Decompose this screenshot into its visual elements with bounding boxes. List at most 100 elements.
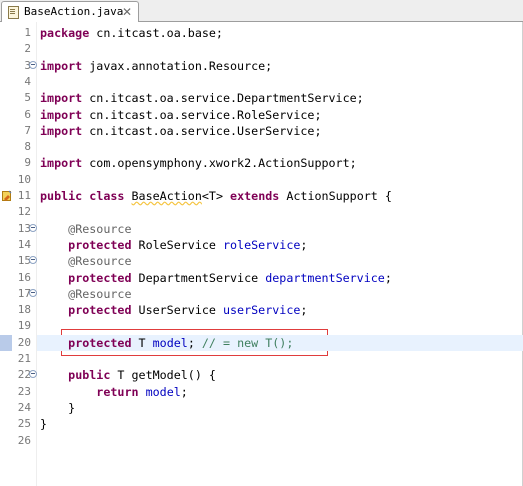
code-line[interactable]: 3 import javax.annotation.Resource; [0,58,523,74]
code-line[interactable]: 13 @Resource [0,221,523,237]
code-line[interactable]: 9 import com.opensymphony.xwork2.ActionSu… [0,155,523,171]
code-line[interactable]: 22 public T getModel() { [0,367,523,383]
code-line[interactable]: 21 [0,351,523,367]
code-line[interactable]: 7 import cn.itcast.oa.service.UserService… [0,123,523,139]
code-text: import cn.itcast.oa.service.DepartmentSe… [40,91,364,105]
token: } [40,400,76,415]
token-kw: import [40,91,83,106]
close-icon[interactable]: ✕ [120,5,134,19]
token: UserService [131,303,223,318]
fold-toggle-icon[interactable] [29,288,37,297]
token-kw: return [96,384,139,399]
code-line[interactable]: 25} [0,416,523,432]
code-text: import com.opensymphony.xwork2.ActionSup… [40,156,357,170]
token: cn.itcast.oa.service.UserService; [82,123,322,138]
code-line[interactable]: 19 [0,318,523,334]
code-text: package cn.itcast.oa.base; [40,26,223,40]
token-kw: protected [68,303,132,318]
line-number: 1 [24,26,31,39]
code-text: @Resource [40,254,131,268]
token: <T> [201,189,231,203]
token-kw: import [40,58,83,73]
token-cmt: // = new T(); [201,335,294,350]
fold-toggle-icon[interactable] [29,60,37,69]
code-line[interactable]: 11 public class BaseAction<T> extends Act… [0,188,523,204]
code-line[interactable]: 15 @Resource [0,253,523,269]
token: com.opensymphony.xwork2.ActionSupport; [82,156,357,171]
code-line[interactable]: 26 [0,433,523,449]
token: T getModel() { [110,368,216,383]
code-editor[interactable]: 1 package cn.itcast.oa.base; 2 3 import java… [0,22,523,486]
code-line[interactable]: 12 [0,204,523,220]
current-line-marker [0,334,12,351]
token-kw: protected [68,270,132,285]
token-typeref: BaseAction [131,189,202,203]
code-text: @Resource [40,287,131,301]
token-kw: import [40,156,83,171]
code-text: import cn.itcast.oa.service.RoleService; [40,108,321,122]
code-line[interactable]: 24 } [0,400,523,416]
tab-label: BaseAction.java [24,5,124,18]
code-line[interactable]: 6 import cn.itcast.oa.service.RoleService… [0,107,523,123]
code-line[interactable]: 23 return model; [0,384,523,400]
code-line[interactable]: 20 protected T model; // = new T(); [0,334,523,351]
code-line[interactable]: 18 protected UserService userService; [0,302,523,318]
line-number: 14 [17,237,31,251]
code-line[interactable]: 14 protected RoleService roleService; [0,237,523,253]
token-kw: import [40,123,83,138]
token: } [40,417,48,432]
token-kw: public [40,189,83,203]
token: javax.annotation.Resource; [82,58,273,73]
code-line[interactable]: 10 [0,172,523,188]
token-fld: model [145,384,181,399]
line-number: 5 [24,91,31,105]
token-kw: protected [68,335,132,350]
code-line[interactable]: 17 @Resource [0,286,523,302]
code-line[interactable]: 8 [0,139,523,155]
token: ; [300,303,308,318]
code-text: protected UserService userService; [40,303,307,317]
line-number: 6 [24,107,31,121]
java-file-icon [8,6,19,19]
code-text: @Resource [40,222,131,236]
code-line[interactable]: 5 import cn.itcast.oa.service.DepartmentS… [0,90,523,106]
token-kw: package [40,26,90,40]
line-number: 21 [17,352,31,365]
code-text: import javax.annotation.Resource; [40,59,272,73]
token: T [131,335,153,350]
tab-baseaction-java[interactable]: BaseAction.java ✕ [1,1,139,22]
line-number: 10 [17,172,31,186]
line-number: 9 [24,156,31,170]
code-line[interactable]: 4 [0,74,523,90]
token-kw: extends [230,189,280,203]
fold-toggle-icon[interactable] [29,370,37,379]
code-line[interactable]: 1 package cn.itcast.oa.base; [0,25,523,41]
line-number: 4 [24,74,31,88]
line-number: 2 [24,42,31,56]
editor-tab-bar: BaseAction.java ✕ [0,0,523,22]
line-number: 24 [17,400,31,414]
token-kw: protected [68,237,132,252]
fold-toggle-icon[interactable] [29,256,37,265]
line-number: 26 [17,433,31,447]
token-fld: departmentService [265,270,385,285]
class-marker-icon[interactable] [2,190,12,202]
code-text: protected RoleService roleService; [40,238,307,252]
token: cn.itcast.oa.base; [89,26,223,40]
token: DepartmentService [131,270,266,285]
token: ; [187,335,202,350]
line-number: 16 [17,270,31,284]
token-fld: userService [222,303,301,318]
line-number: 18 [17,303,31,317]
code-line[interactable]: 16 protected DepartmentService departmen… [0,270,523,286]
fold-toggle-icon[interactable] [29,223,37,232]
code-line[interactable]: 2 [0,41,523,57]
code-text: protected T model; // = new T(); [40,336,293,350]
